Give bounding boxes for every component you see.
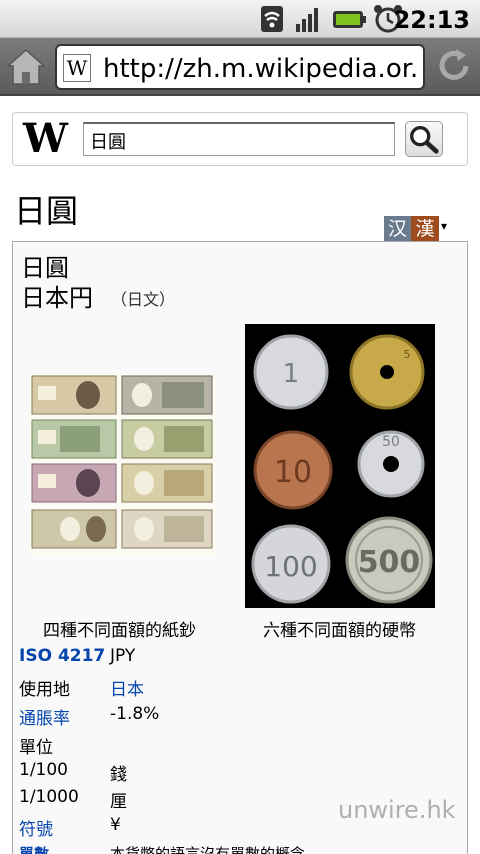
inflation-value: -1.8% [110, 704, 160, 724]
symbol-link[interactable]: 符號 [19, 815, 53, 840]
fraction-label: 1/1000 [19, 787, 79, 807]
plural-link[interactable]: 單數 [19, 843, 49, 854]
coin-100-yen: 100 [251, 524, 331, 604]
banknotes-caption: 四種不同面額的紙鈔 [43, 621, 196, 641]
coins-caption: 六種不同面額的硬幣 [263, 621, 416, 641]
chevron-down-icon[interactable]: ▾ [441, 216, 447, 242]
subunit-value: 厘 [110, 792, 127, 812]
iso-4217-link[interactable]: ISO 4217 [19, 646, 105, 666]
coin-50-yen: 50 [357, 430, 425, 498]
inflation-link[interactable]: 通脹率 [19, 704, 70, 729]
coins-image[interactable]: 1 5 10 50 100 500 [245, 324, 435, 608]
clock-time: 22:13 [393, 6, 470, 34]
banknote [121, 509, 213, 549]
search-button[interactable] [405, 121, 443, 157]
svg-text:10: 10 [274, 455, 312, 490]
usage-label: 使用地 [19, 680, 70, 700]
signal-icon [296, 8, 318, 32]
svg-text:100: 100 [264, 550, 317, 583]
coin-10-yen: 10 [253, 430, 333, 510]
wikipedia-logo[interactable]: W [23, 115, 68, 162]
symbol-value: ¥ [110, 815, 121, 835]
coin-1-yen: 1 [253, 334, 329, 410]
variant-simplified[interactable]: 汉 [384, 216, 411, 242]
battery-icon [333, 11, 366, 28]
url-text[interactable]: http://zh.m.wikipedia.or... [103, 54, 421, 84]
status-bar: 22:13 [0, 0, 480, 38]
svg-text:5: 5 [404, 348, 411, 361]
iso-code-value: JPY [110, 646, 136, 666]
home-icon[interactable] [4, 44, 48, 90]
language-note: （日文） [111, 290, 176, 309]
search-input[interactable]: 日圓 [83, 122, 395, 156]
watermark: unwire.hk [338, 796, 456, 824]
japan-link[interactable]: 日本 [110, 675, 144, 700]
infobox-native-name: 日本円 [21, 284, 93, 312]
banknotes-image[interactable] [30, 374, 216, 556]
wifi-icon [261, 6, 283, 32]
svg-text:50: 50 [382, 434, 400, 450]
coin-500-yen: 500 [345, 516, 433, 604]
banknote [31, 463, 117, 503]
svg-text:500: 500 [358, 545, 421, 580]
banknote [121, 463, 213, 503]
script-variant-switcher[interactable]: 汉 漢 ▾ [384, 216, 447, 242]
banknote [31, 419, 117, 459]
banknote [121, 375, 213, 415]
wiki-header: W 日圓 [12, 112, 468, 166]
browser-toolbar: W http://zh.m.wikipedia.or... [0, 38, 480, 96]
unit-label: 單位 [19, 738, 53, 758]
page-title: 日圓 [14, 192, 79, 230]
fraction-label: 1/100 [19, 760, 68, 780]
reload-icon[interactable] [432, 44, 476, 90]
subunit-value: 錢 [110, 765, 127, 785]
url-bar[interactable]: W http://zh.m.wikipedia.or... [55, 44, 425, 90]
favicon: W [63, 54, 91, 82]
infobox: 日圓 日本円 （日文） 1 5 10 50 100 500 四種不同面額的紙鈔 … [12, 241, 468, 854]
banknote [121, 419, 213, 459]
coin-5-yen: 5 [349, 334, 425, 410]
variant-traditional[interactable]: 漢 [411, 216, 439, 242]
banknote [31, 509, 117, 549]
svg-text:1: 1 [283, 359, 300, 389]
plural-value: 本貨幣的語言沒有單數的概念 [110, 845, 306, 854]
banknote [31, 375, 117, 415]
